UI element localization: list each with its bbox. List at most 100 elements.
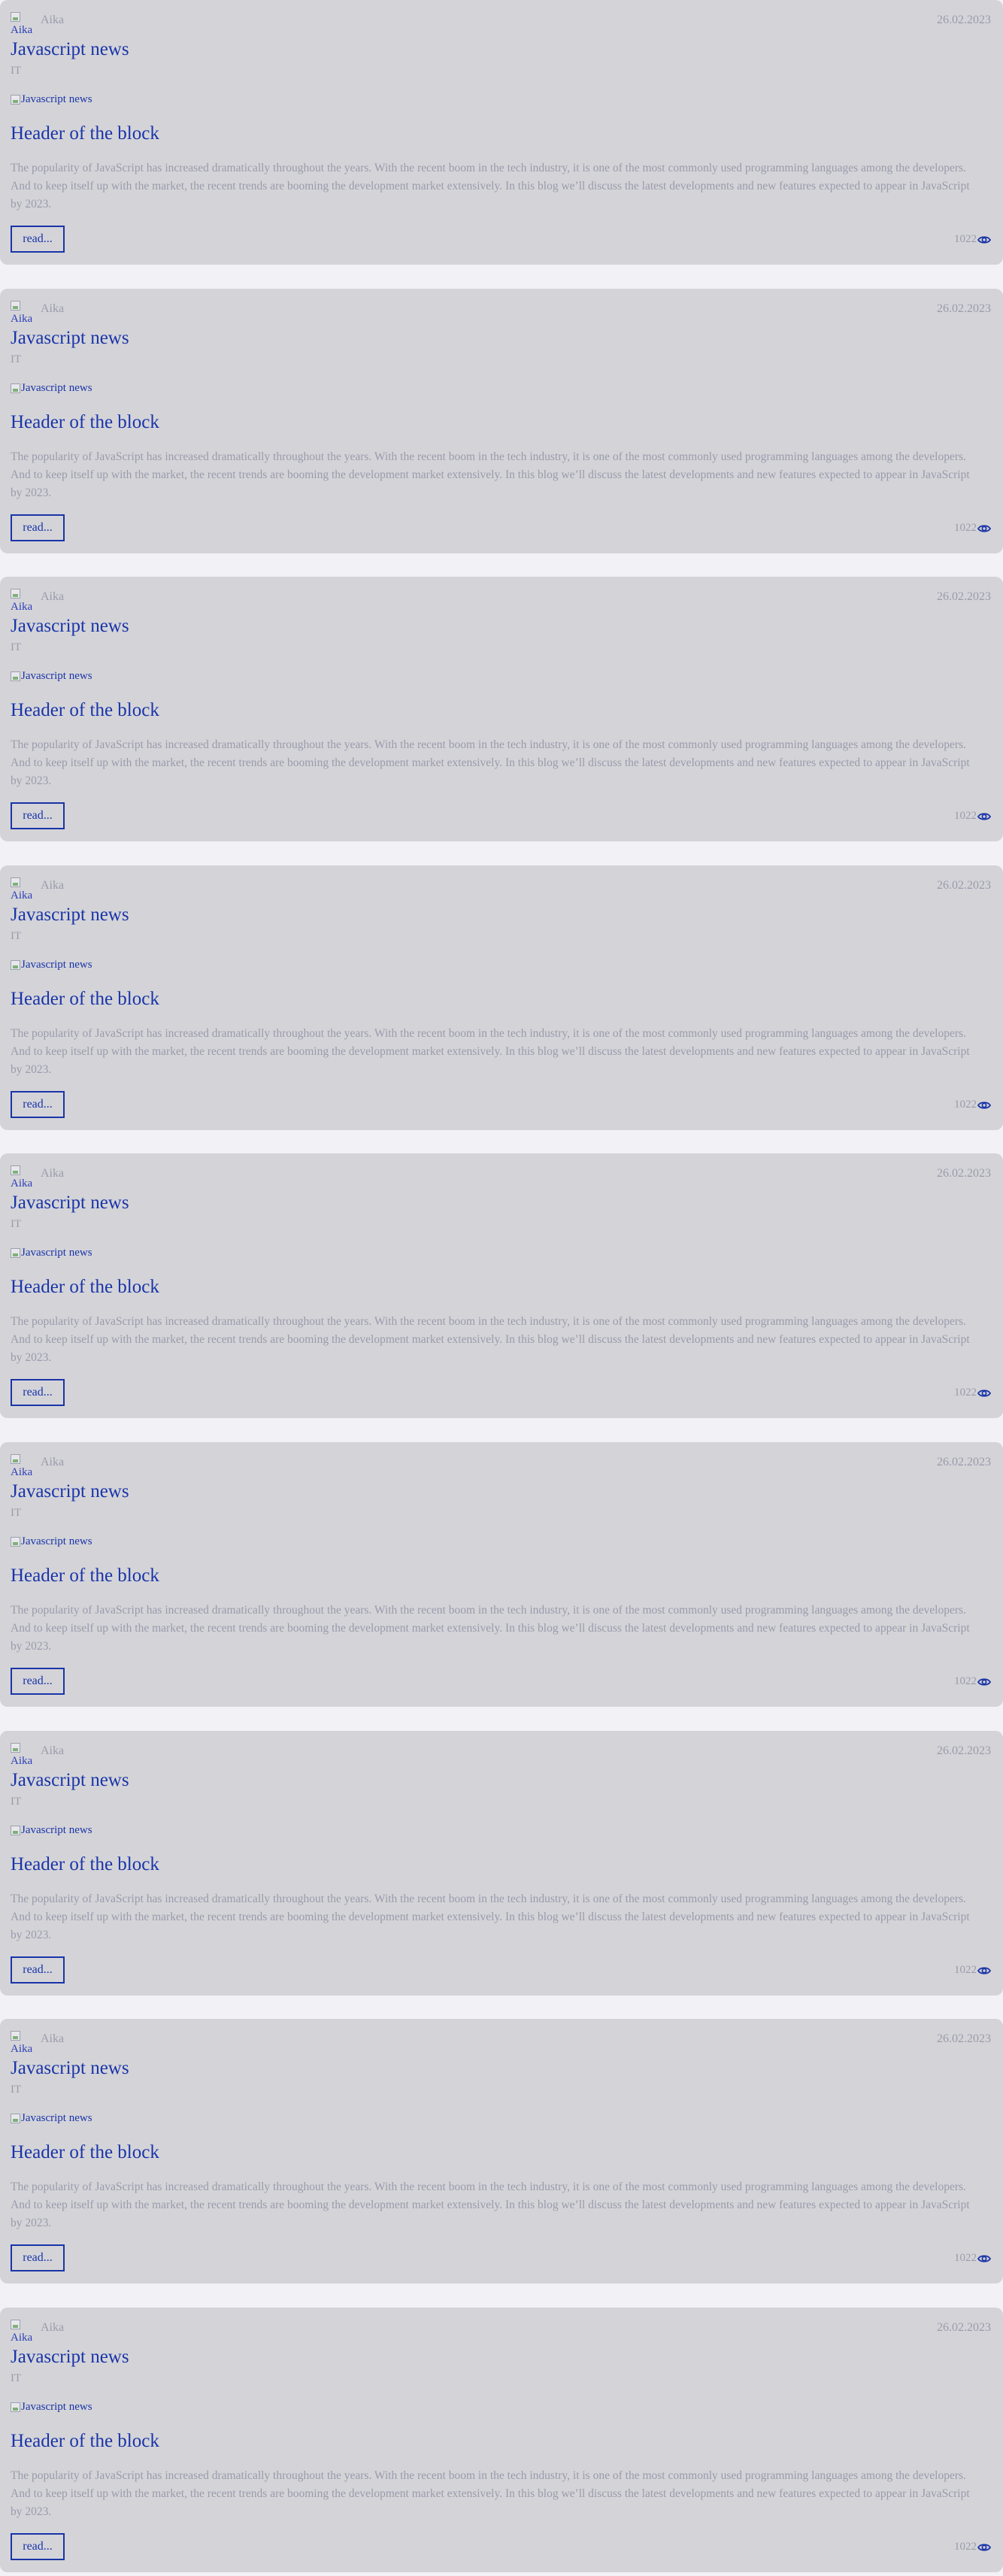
broken-image-icon [11, 589, 20, 599]
avatar-alt-text: Aika [11, 889, 33, 902]
avatar-alt-text: Aika [11, 2043, 33, 2055]
read-more-button[interactable]: read... [11, 1956, 65, 1984]
post-title: Javascript news [11, 328, 129, 348]
news-card: Aika Aika 26.02.2023 Javascript news IT … [0, 1442, 1003, 1707]
views-counter: 1022 [954, 1099, 991, 1111]
news-card: Aika Aika 26.02.2023 Javascript news IT … [0, 2019, 1003, 2284]
views-count: 1022 [954, 233, 977, 245]
news-image-alt-text: Javascript news [21, 1535, 92, 1547]
post-date: 26.02.2023 [937, 2321, 991, 2334]
read-more-button[interactable]: read... [11, 802, 65, 829]
avatar-alt-text: Aika [11, 2332, 33, 2344]
broken-image-icon [11, 877, 20, 887]
broken-image-icon [11, 1537, 20, 1547]
views-counter: 1022 [954, 1675, 991, 1688]
author-name: Aika [41, 2032, 65, 2045]
news-image-alt-text: Javascript news [21, 670, 92, 682]
read-more-button[interactable]: read... [11, 1668, 65, 1695]
read-more-button[interactable]: read... [11, 2244, 65, 2271]
block-header: Header of the block [11, 1854, 159, 1874]
read-more-button[interactable]: read... [11, 1091, 65, 1118]
author-name: Aika [41, 1456, 65, 1468]
avatar-alt-text: Aika [11, 1177, 33, 1190]
post-description: The popularity of JavaScript has increas… [11, 2181, 970, 2229]
views-counter: 1022 [954, 233, 991, 246]
author-name: Aika [41, 879, 65, 892]
author-avatar[interactable]: Aika [11, 12, 36, 39]
read-more-button[interactable]: read... [11, 2533, 65, 2560]
avatar-alt-text: Aika [11, 24, 33, 36]
post-description: The popularity of JavaScript has increas… [11, 1027, 970, 1076]
author-avatar[interactable]: Aika [11, 2320, 36, 2347]
views-counter: 1022 [954, 1386, 991, 1399]
author-avatar[interactable]: Aika [11, 2031, 36, 2058]
news-image[interactable]: Javascript news [11, 1247, 92, 1259]
author-avatar[interactable]: Aika [11, 301, 36, 328]
post-date: 26.02.2023 [937, 2032, 991, 2045]
post-date: 26.02.2023 [937, 1744, 991, 1757]
post-date: 26.02.2023 [937, 590, 991, 603]
eye-icon [977, 2254, 991, 2262]
news-image[interactable]: Javascript news [11, 670, 92, 683]
read-more-button[interactable]: read... [11, 1379, 65, 1406]
block-header: Header of the block [11, 1277, 159, 1297]
author-avatar[interactable]: Aika [11, 1165, 36, 1193]
broken-image-icon [11, 301, 20, 311]
broken-image-icon [11, 1454, 20, 1464]
views-counter: 1022 [954, 2541, 991, 2553]
broken-image-icon [11, 1743, 20, 1753]
broken-image-icon [11, 2114, 20, 2123]
news-image[interactable]: Javascript news [11, 2401, 92, 2414]
news-image-alt-text: Javascript news [21, 2112, 92, 2124]
post-date: 26.02.2023 [937, 14, 991, 26]
news-image[interactable]: Javascript news [11, 959, 92, 971]
broken-image-icon [11, 1165, 20, 1175]
author-avatar[interactable]: Aika [11, 877, 36, 905]
post-category: IT [11, 641, 22, 653]
block-header: Header of the block [11, 123, 159, 144]
views-count: 1022 [954, 2252, 977, 2264]
broken-image-icon [11, 1248, 20, 1258]
broken-image-icon [11, 2402, 20, 2412]
read-more-button[interactable]: read... [11, 226, 65, 253]
news-image[interactable]: Javascript news [11, 1535, 92, 1548]
news-image[interactable]: Javascript news [11, 2112, 92, 2125]
news-image-alt-text: Javascript news [21, 382, 92, 394]
avatar-alt-text: Aika [11, 601, 33, 613]
post-title: Javascript news [11, 905, 129, 925]
author-name: Aika [41, 302, 65, 315]
news-card: Aika Aika 26.02.2023 Javascript news IT … [0, 1153, 1003, 1418]
post-description: The popularity of JavaScript has increas… [11, 2469, 970, 2518]
post-category: IT [11, 65, 22, 77]
block-header: Header of the block [11, 2431, 159, 2451]
author-avatar[interactable]: Aika [11, 589, 36, 616]
broken-image-icon [11, 2031, 20, 2041]
avatar-alt-text: Aika [11, 1466, 33, 1478]
broken-image-icon [11, 2320, 20, 2329]
post-title: Javascript news [11, 2347, 129, 2367]
views-count: 1022 [954, 1964, 977, 1976]
author-avatar[interactable]: Aika [11, 1743, 36, 1770]
views-counter: 1022 [954, 2252, 991, 2265]
post-date: 26.02.2023 [937, 302, 991, 315]
eye-icon [977, 524, 991, 532]
news-image[interactable]: Javascript news [11, 93, 92, 106]
eye-icon [977, 1389, 991, 1397]
news-image[interactable]: Javascript news [11, 382, 92, 395]
post-description: The popularity of JavaScript has increas… [11, 1604, 970, 1653]
post-category: IT [11, 1796, 22, 1808]
eye-icon [977, 1101, 991, 1109]
broken-image-icon [11, 383, 20, 393]
news-card: Aika Aika 26.02.2023 Javascript news IT … [0, 1731, 1003, 1996]
post-date: 26.02.2023 [937, 1167, 991, 1180]
block-header: Header of the block [11, 700, 159, 720]
read-more-button[interactable]: read... [11, 514, 65, 541]
eye-icon [977, 812, 991, 820]
news-image[interactable]: Javascript news [11, 1824, 92, 1837]
author-name: Aika [41, 2321, 65, 2334]
eye-icon [977, 2543, 991, 2551]
post-category: IT [11, 1507, 22, 1519]
news-feed: Aika Aika 26.02.2023 Javascript news IT … [0, 0, 1003, 2576]
post-category: IT [11, 353, 22, 365]
author-avatar[interactable]: Aika [11, 1454, 36, 1481]
